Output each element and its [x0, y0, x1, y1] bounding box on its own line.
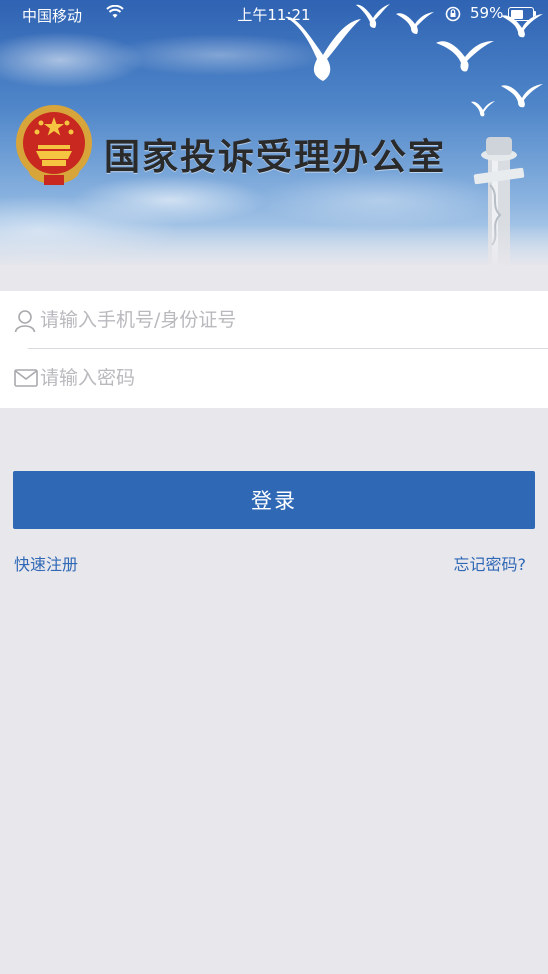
register-link[interactable]: 快速注册: [14, 551, 78, 575]
clock: 上午11:21: [237, 6, 311, 24]
password-field[interactable]: [0, 349, 548, 407]
password-input[interactable]: [40, 349, 530, 407]
envelope-icon: [14, 369, 38, 387]
dove-image: [436, 41, 494, 72]
forgot-password-link[interactable]: 忘记密码?: [454, 551, 527, 575]
banner-title: 国家投诉受理办公室: [104, 137, 447, 178]
status-bar: 中国移动 上午11:21 59%: [0, 0, 548, 30]
battery-level: [510, 9, 523, 19]
battery-icon: [508, 7, 534, 21]
dove-image: [471, 101, 495, 117]
national-emblem-icon: [16, 105, 92, 185]
phone-field[interactable]: [0, 291, 548, 349]
header-banner: 国家投诉受理办公室: [0, 0, 548, 265]
battery-percent: 59%: [470, 4, 504, 22]
battery-cap: [534, 11, 536, 16]
phone-input[interactable]: [40, 291, 530, 349]
user-icon: [14, 310, 36, 333]
banner-fade: [0, 225, 548, 265]
dove-image: [501, 84, 543, 108]
login-form: [0, 291, 548, 408]
rotation-lock-icon: [445, 6, 461, 22]
login-button[interactable]: 登录: [13, 471, 535, 529]
